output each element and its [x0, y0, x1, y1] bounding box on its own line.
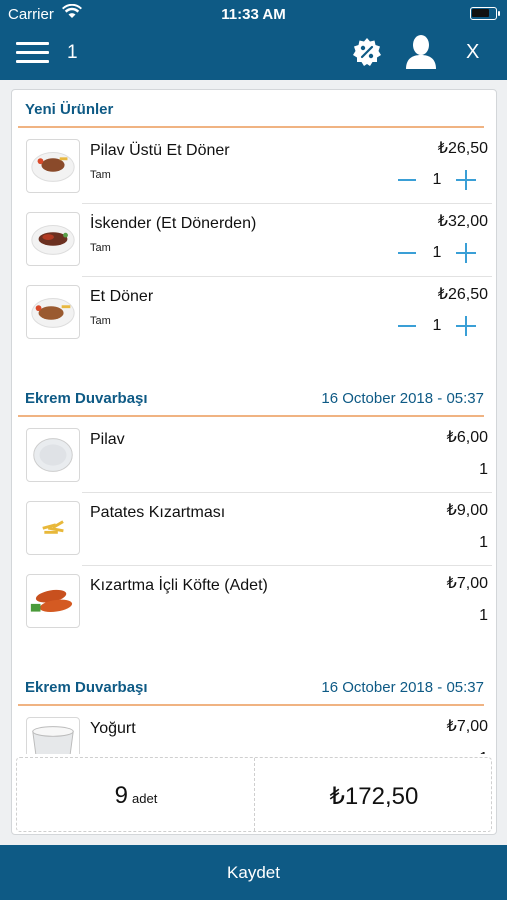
item-quantity: 1 [479, 607, 488, 624]
doner-plate-image [26, 285, 80, 339]
order-total: ₺172,50 [329, 783, 419, 810]
item-quantity: 1 [479, 534, 488, 551]
yogurt-bowl-image [26, 717, 80, 754]
item-count: 9 [114, 782, 129, 809]
item-count-unit: adet [132, 791, 158, 806]
item-variant: Tam [90, 169, 111, 181]
item-name: Et Döner [90, 288, 154, 305]
increase-button[interactable] [456, 243, 476, 263]
list-item[interactable]: Pilav ₺6,00 1 [12, 420, 496, 493]
nav-bar: 1 X [0, 28, 507, 80]
item-price: ₺7,00 [446, 575, 488, 592]
item-name: Kızartma İçli Köfte (Adet) [90, 577, 268, 594]
list-item[interactable]: Pilav Üstü Et Döner Tam ₺26,50 1 [12, 131, 496, 204]
item-quantity: 1 [432, 171, 442, 188]
list-item[interactable]: Yoğurt ₺7,00 1 [12, 709, 496, 754]
section-header-order: Ekrem Duvarbaşı 16 October 2018 - 05:37 [18, 379, 484, 417]
quantity-stepper: 1 [398, 315, 484, 337]
increase-button[interactable] [456, 170, 476, 190]
item-name: Pilav [90, 431, 125, 448]
iskender-plate-image [26, 212, 80, 266]
item-count-box: 9 adet [17, 758, 255, 831]
item-price: ₺6,00 [446, 429, 488, 446]
item-quantity: 1 [432, 244, 442, 261]
item-price: ₺7,00 [446, 718, 488, 735]
top-bar: Carrier 11:33 AM 1 X [0, 0, 507, 80]
user-icon[interactable] [404, 34, 438, 70]
item-price: ₺9,00 [446, 502, 488, 519]
item-name: Yoğurt [90, 720, 136, 737]
item-quantity: 1 [432, 317, 442, 334]
list-item[interactable]: İskender (Et Dönerden) Tam ₺32,00 1 [12, 204, 496, 277]
item-variant: Tam [90, 242, 111, 254]
item-name: Pilav Üstü Et Döner [90, 142, 230, 159]
icli-kofte-image [26, 574, 80, 628]
save-button[interactable]: Kaydet [0, 845, 507, 900]
order-date: 16 October 2018 - 05:37 [321, 390, 484, 407]
item-variant: Tam [90, 315, 111, 327]
close-button[interactable]: X [466, 41, 479, 64]
order-card: Yeni Ürünler Pilav Üstü Et Döner Tam ₺26… [11, 89, 497, 835]
rice-plate-image [26, 428, 80, 482]
order-summary: 9 adet ₺172,50 [16, 757, 492, 832]
order-list[interactable]: Yeni Ürünler Pilav Üstü Et Döner Tam ₺26… [12, 90, 496, 754]
menu-icon[interactable] [16, 42, 49, 64]
decrease-button[interactable] [398, 179, 416, 181]
status-bar: Carrier 11:33 AM [0, 0, 507, 28]
decrease-button[interactable] [398, 252, 416, 254]
table-count: 1 [67, 42, 78, 63]
item-name: Patates Kızartması [90, 504, 226, 521]
list-item[interactable]: Patates Kızartması ₺9,00 1 [12, 493, 496, 566]
clock: 11:33 AM [221, 6, 286, 23]
waiter-name: Ekrem Duvarbaşı [25, 679, 148, 696]
waiter-name: Ekrem Duvarbaşı [25, 390, 148, 407]
discount-badge-icon[interactable] [352, 37, 382, 67]
item-quantity: 1 [479, 750, 488, 754]
item-price: ₺26,50 [437, 286, 488, 303]
item-name: İskender (Et Dönerden) [90, 215, 257, 232]
quantity-stepper: 1 [398, 242, 484, 264]
battery-icon [470, 7, 500, 20]
section-header-new-items: Yeni Ürünler [18, 90, 484, 128]
section-header-order: Ekrem Duvarbaşı 16 October 2018 - 05:37 [18, 668, 484, 706]
item-price: ₺26,50 [437, 140, 488, 157]
section-title: Yeni Ürünler [25, 101, 114, 118]
list-item[interactable]: Et Döner Tam ₺26,50 1 [12, 277, 496, 350]
list-item[interactable]: Kızartma İçli Köfte (Adet) ₺7,00 1 [12, 566, 496, 639]
quantity-stepper: 1 [398, 169, 484, 191]
decrease-button[interactable] [398, 325, 416, 327]
doner-plate-image [26, 139, 80, 193]
item-quantity: 1 [479, 461, 488, 478]
item-price: ₺32,00 [437, 213, 488, 230]
increase-button[interactable] [456, 316, 476, 336]
fries-image [26, 501, 80, 555]
order-date: 16 October 2018 - 05:37 [321, 679, 484, 696]
